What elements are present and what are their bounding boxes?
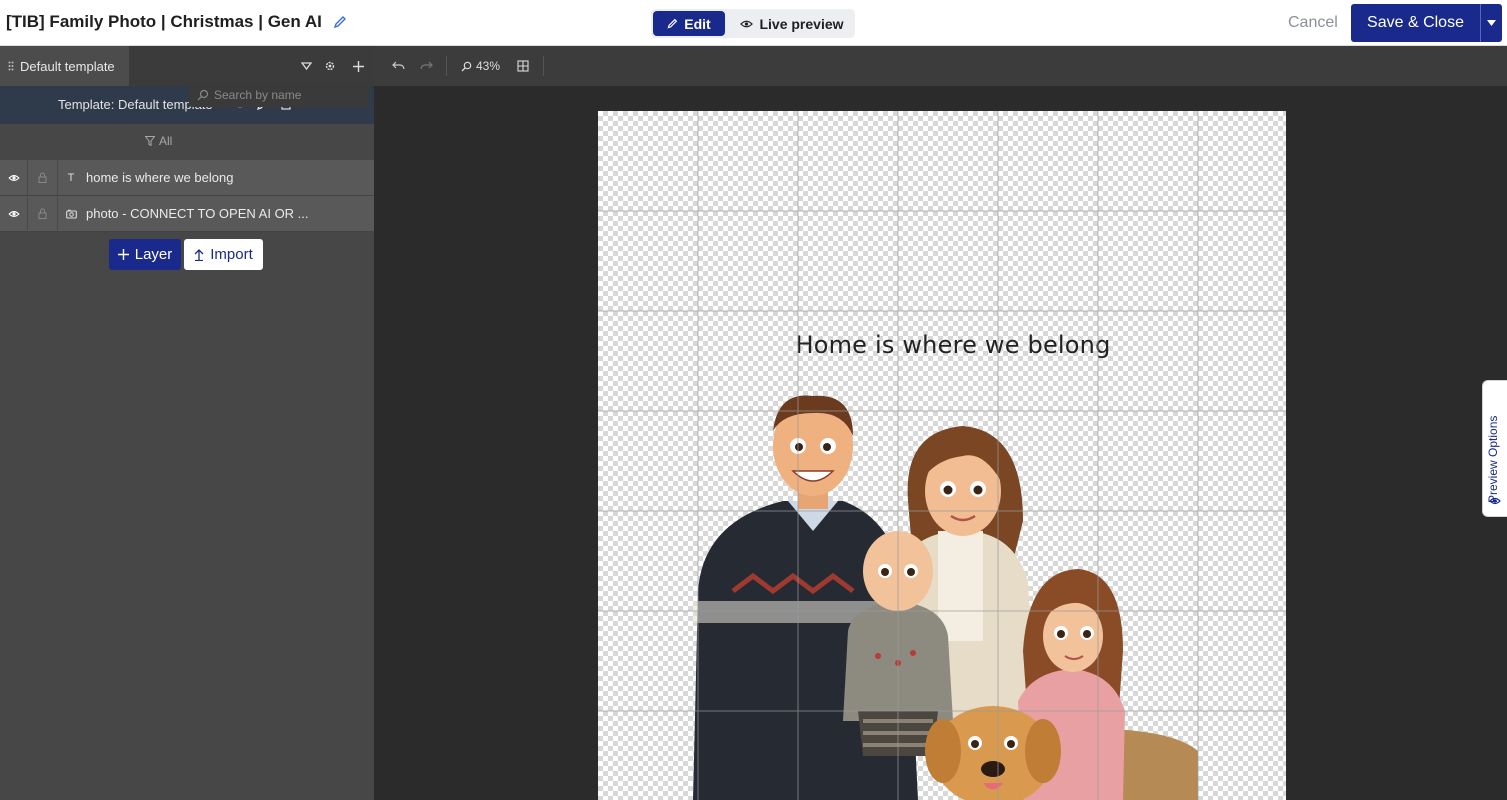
- layer-row-photo[interactable]: photo - CONNECT TO OPEN AI OR ...: [0, 196, 374, 232]
- eye-icon: [740, 20, 754, 27]
- lock-icon: [38, 208, 47, 219]
- plus-icon: [117, 249, 129, 260]
- photo-layer-icon: [64, 207, 78, 221]
- upload-icon: [194, 248, 204, 261]
- eye-icon: [7, 210, 20, 217]
- canvas-toolbar: 43%: [374, 46, 1507, 86]
- grid-toggle-button[interactable]: [515, 58, 531, 74]
- layer-name: home is where we belong: [86, 170, 234, 185]
- gear-icon: [325, 61, 335, 71]
- save-close-button[interactable]: Save & Close: [1351, 4, 1480, 42]
- edit-mode-label: Edit: [684, 15, 711, 32]
- eye-icon: [7, 174, 20, 181]
- tab-default-template[interactable]: Default template: [0, 46, 129, 86]
- import-button[interactable]: Import: [184, 239, 263, 270]
- layer-name: photo - CONNECT TO OPEN AI OR ...: [86, 206, 309, 221]
- layer-lock-toggle[interactable]: [28, 160, 58, 195]
- caret-down-icon: [1487, 20, 1496, 26]
- layer-visibility-toggle[interactable]: [0, 160, 28, 195]
- preview-options-tab[interactable]: Preview Options: [1482, 380, 1507, 517]
- save-options-dropdown[interactable]: [1481, 4, 1502, 42]
- template-tab-bar: Default template: [0, 46, 374, 86]
- artboard-text-layer[interactable]: Home is where we belong: [598, 331, 1286, 359]
- triangle-down-icon: [300, 62, 312, 70]
- save-close-group: Save & Close: [1351, 4, 1502, 42]
- mode-toggle: Edit Live preview: [651, 9, 855, 38]
- cancel-button[interactable]: Cancel: [1288, 14, 1338, 32]
- grid-icon: [517, 60, 529, 72]
- undo-button[interactable]: [390, 58, 406, 74]
- filter-button[interactable]: All: [145, 134, 172, 148]
- add-template-button[interactable]: [350, 58, 366, 74]
- layer-filter-row: All: [0, 124, 374, 160]
- drag-handle-icon[interactable]: [8, 61, 14, 71]
- filter-label: All: [159, 134, 173, 148]
- layer-search: [189, 83, 369, 107]
- search-icon: [197, 89, 209, 101]
- template-dropdown-button[interactable]: [298, 58, 314, 74]
- import-label: Import: [210, 246, 253, 263]
- preview-options-label: Preview Options: [1486, 415, 1500, 503]
- plus-icon: [352, 60, 364, 72]
- zoom-button[interactable]: [458, 58, 474, 74]
- redo-button[interactable]: [418, 58, 434, 74]
- edit-mode-button[interactable]: Edit: [653, 11, 725, 36]
- search-input[interactable]: [214, 87, 364, 103]
- layer-lock-toggle[interactable]: [28, 196, 58, 231]
- add-layer-button[interactable]: Layer: [109, 239, 181, 270]
- redo-icon: [419, 61, 433, 70]
- family-photo-layer[interactable]: [693, 391, 1203, 800]
- zoom-icon: [461, 61, 471, 71]
- lock-icon: [38, 172, 47, 183]
- template-settings-button[interactable]: [322, 58, 338, 74]
- pencil-icon: [667, 18, 678, 29]
- live-preview-label: Live preview: [759, 15, 844, 32]
- text-layer-icon: T: [67, 172, 75, 184]
- camera-icon: [65, 209, 77, 219]
- layer-visibility-toggle[interactable]: [0, 196, 28, 231]
- live-preview-button[interactable]: Live preview: [731, 11, 853, 36]
- layer-row-text[interactable]: T home is where we belong: [0, 160, 374, 196]
- zoom-level[interactable]: 43%: [476, 59, 500, 73]
- add-layer-label: Layer: [134, 246, 173, 263]
- filter-icon: [145, 136, 155, 146]
- toolbar-divider: [543, 56, 544, 76]
- toolbar-divider: [446, 56, 447, 76]
- top-bar: [TIB] Family Photo | Christmas | Gen AI …: [0, 0, 1507, 46]
- pencil-icon[interactable]: [333, 15, 347, 29]
- artboard[interactable]: Home is where we belong: [598, 111, 1286, 800]
- document-title: [TIB] Family Photo | Christmas | Gen AI: [6, 12, 322, 31]
- undo-icon: [391, 61, 405, 70]
- tab-label: Default template: [20, 58, 115, 74]
